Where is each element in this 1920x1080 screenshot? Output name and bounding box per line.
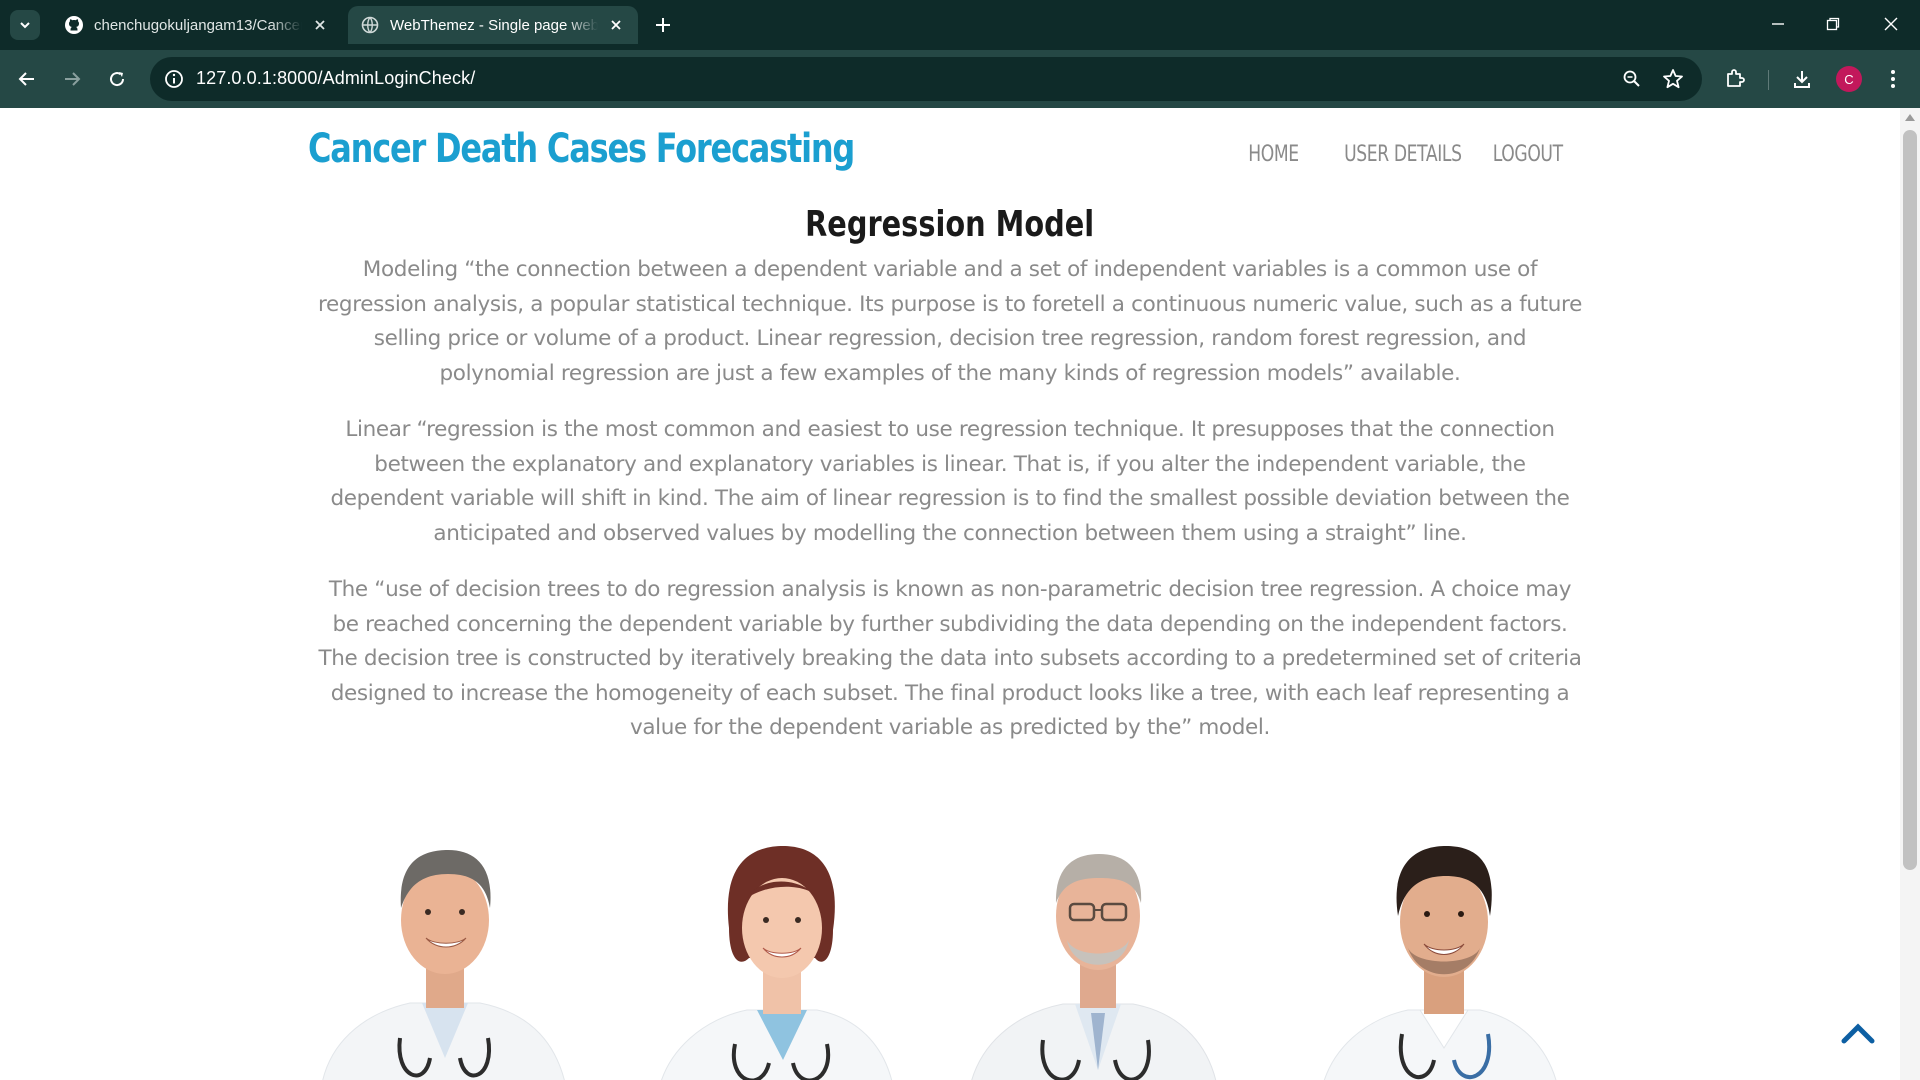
chevron-down-icon [20, 22, 30, 29]
arrow-right-icon [65, 72, 81, 86]
browser-tab-github[interactable]: chenchugokuljangam13/Cancer [52, 6, 342, 44]
back-to-top-button[interactable] [1840, 1018, 1876, 1048]
page-scrollbar[interactable] [1900, 108, 1920, 1080]
close-icon [1884, 17, 1898, 31]
nav-user-details[interactable]: USER DETAILS [1344, 142, 1462, 167]
team-photos [310, 808, 1590, 1080]
url-text[interactable]: 127.0.0.1:8000/AdminLoginCheck/ [196, 68, 475, 89]
paragraph-regression-intro: Modeling “the connection between a depen… [318, 257, 1582, 386]
minimize-icon [1772, 23, 1784, 25]
reload-button[interactable] [100, 62, 134, 96]
doctor-photo-3 [963, 808, 1264, 1080]
section-title-text: Regression Model [805, 204, 1095, 245]
restore-icon [1826, 17, 1840, 31]
tab-title: chenchugokuljangam13/Cancer [94, 16, 302, 34]
nav-logout[interactable]: LOGOUT [1493, 142, 1563, 167]
chevron-up-icon [1841, 1023, 1875, 1044]
tab-title: WebThemez - Single page website [390, 16, 598, 34]
forward-button[interactable] [55, 62, 89, 96]
back-button[interactable] [10, 62, 44, 96]
kebab-menu-icon[interactable] [1878, 64, 1908, 94]
section-content: Modeling “the connection between a depen… [318, 253, 1582, 768]
profile-avatar[interactable]: C [1836, 66, 1862, 92]
info-icon[interactable] [162, 67, 186, 91]
browser-toolbar: 127.0.0.1:8000/AdminLoginCheck/ C [0, 50, 1920, 108]
new-tab-button[interactable] [650, 12, 676, 38]
doctor-photo-4 [1289, 808, 1590, 1080]
doctor-photo-1 [310, 808, 610, 1080]
doctor-photo-2 [636, 808, 937, 1080]
arrow-left-icon [18, 72, 34, 86]
extensions-icon[interactable] [1720, 64, 1750, 94]
download-icon[interactable] [1787, 64, 1817, 94]
toolbar-separator [1768, 70, 1769, 90]
scrollbar-thumb[interactable] [1903, 130, 1917, 870]
paragraph-linear-regression: Linear “regression is the most common an… [330, 417, 1570, 546]
zoom-icon[interactable] [1620, 67, 1644, 91]
site-nav: HOME USER DETAILS LOGOUT [1244, 142, 1563, 167]
bookmark-star-icon[interactable] [1660, 66, 1686, 92]
reload-icon [110, 72, 125, 87]
section-title: Regression Model [0, 204, 1900, 245]
github-icon [64, 15, 84, 35]
close-window-button[interactable] [1871, 8, 1911, 40]
close-icon[interactable] [606, 15, 626, 35]
nav-home[interactable]: HOME [1248, 142, 1299, 167]
address-bar[interactable]: 127.0.0.1:8000/AdminLoginCheck/ [150, 57, 1702, 101]
page-viewport: Cancer Death Cases Forecasting HOME USER… [0, 108, 1900, 1080]
browser-tab-webthemez[interactable]: WebThemez - Single page website [348, 6, 638, 44]
paragraph-decision-tree: The “use of decision trees to do regress… [318, 577, 1582, 740]
globe-icon [360, 15, 380, 35]
minimize-button[interactable] [1758, 8, 1798, 40]
restore-button[interactable] [1813, 8, 1853, 40]
plus-icon [656, 18, 670, 32]
close-icon[interactable] [310, 15, 330, 35]
browser-tab-strip: chenchugokuljangam13/Cancer WebThemez - … [0, 0, 1920, 50]
site-brand[interactable]: Cancer Death Cases Forecasting [308, 126, 855, 172]
tab-search-button[interactable] [10, 10, 40, 40]
scroll-up-arrow-icon[interactable] [1905, 114, 1915, 121]
